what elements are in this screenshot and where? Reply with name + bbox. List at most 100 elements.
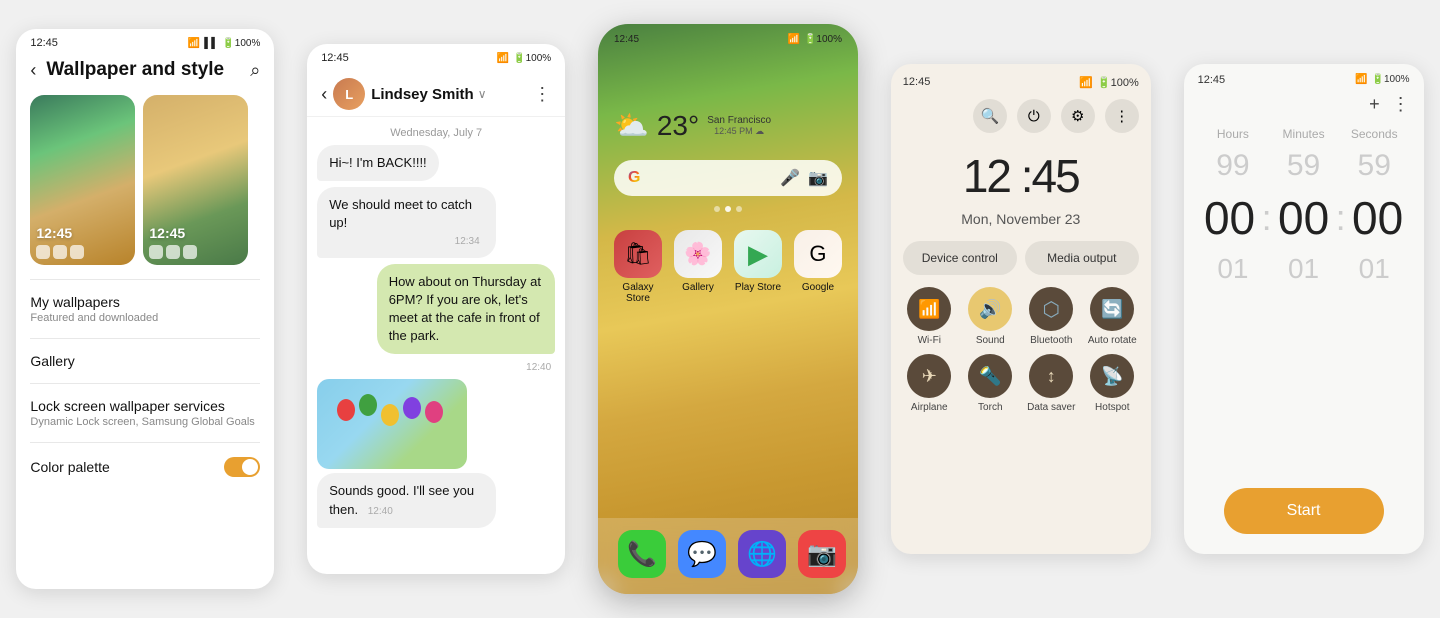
timer-sub-row: 01 01 01 [1184, 249, 1424, 289]
status-time-messages: 12:45 [321, 52, 349, 64]
browser-icon: 🌐 [738, 530, 786, 578]
datasaver-tile-icon: ↕ [1029, 354, 1073, 398]
wallpaper-menu: My wallpapers Featured and downloaded Ga… [16, 279, 274, 589]
qs-wifi-icon: 📶 [1079, 76, 1093, 89]
timer-sub-hours: 01 [1198, 253, 1269, 285]
wallpaper-preview-1[interactable]: 12:45 [30, 95, 135, 265]
bubble-received-2: We should meet to catch up! 12:34 [317, 187, 496, 257]
preview-time-2: 12:45 [149, 225, 242, 241]
my-wallpapers-sub: Featured and downloaded [30, 312, 260, 324]
messages-back-button[interactable]: ‹ [321, 84, 327, 105]
qs-search-button[interactable]: 🔍 [973, 99, 1007, 133]
timer-more-button[interactable]: ⋮ [1392, 94, 1410, 115]
mini-app-5 [166, 245, 180, 259]
battery-icon-msg: 🔋100% [513, 53, 551, 64]
messages-icon: 💬 [678, 530, 726, 578]
gallery-item[interactable]: Gallery [16, 339, 274, 383]
timer-main-seconds: 00 [1348, 191, 1408, 245]
qs-tile-torch[interactable]: 🔦 Torch [964, 354, 1017, 413]
qs-tile-autorotate[interactable]: 🔄 Auto rotate [1086, 287, 1139, 346]
back-button[interactable]: ‹ [30, 60, 36, 81]
wallpaper-previews: 12:45 12:45 [16, 91, 274, 279]
wifi-tile-icon: 📶 [907, 287, 951, 331]
dock-camera[interactable]: 📷 [798, 530, 846, 578]
qs-tile-hotspot[interactable]: 📡 Hotspot [1086, 354, 1139, 413]
my-wallpapers-title: My wallpapers [30, 294, 260, 310]
dock-browser[interactable]: 🌐 [738, 530, 786, 578]
timer-seconds-label: Seconds [1339, 127, 1410, 141]
dock-messages[interactable]: 💬 [678, 530, 726, 578]
panel-quick-settings: 12:45 📶 🔋100% 🔍 ⏻ ⚙ ⋮ 12 :45 Mon, Novemb… [891, 64, 1151, 554]
home-dock: 📞 💬 🌐 📷 [598, 518, 858, 594]
timer-add-button[interactable]: + [1369, 94, 1380, 115]
wallpaper-preview-2[interactable]: 12:45 [143, 95, 248, 265]
lock-screen-sub: Dynamic Lock screen, Samsung Global Goal… [30, 416, 260, 428]
qs-action-icons: 🔍 ⏻ ⚙ ⋮ [903, 99, 1139, 133]
timer-spacer [1184, 289, 1424, 472]
mini-app-6 [183, 245, 197, 259]
home-wifi-icon: 📶 [788, 34, 800, 45]
bubble-sent-1: How about on Thursday at 6PM? If you are… [377, 264, 556, 355]
sound-tile-icon: 🔊 [968, 287, 1012, 331]
app-gallery[interactable]: 🌸 Gallery [674, 230, 722, 304]
weather-temperature: 23° [657, 110, 699, 142]
home-status-bar: 12:45 📶 🔋100% [598, 24, 858, 49]
device-control-button[interactable]: Device control [903, 241, 1017, 275]
image-bubble-row: Sounds good. I'll see you then. 12:40 [317, 379, 555, 533]
messages-more-button[interactable]: ⋮ [533, 84, 551, 105]
google-icon: G [794, 230, 842, 278]
qs-power-button[interactable]: ⏻ [1017, 99, 1051, 133]
timer-status-bar: 12:45 📶 🔋100% [1184, 64, 1424, 90]
page-dots [598, 206, 858, 212]
google-logo: G [628, 169, 640, 187]
autorotate-tile-label: Auto rotate [1088, 335, 1137, 346]
qs-tile-airplane[interactable]: ✈ Airplane [903, 354, 956, 413]
qs-battery-icon: 🔋100% [1097, 76, 1139, 89]
page-title: Wallpaper and style [46, 59, 240, 81]
dock-phone[interactable]: 📞 [618, 530, 666, 578]
search-button[interactable]: ⌕ [250, 60, 260, 81]
qs-status-time: 12:45 [903, 76, 931, 89]
color-palette-title: Color palette [30, 459, 109, 475]
bubble-text-1: Hi~! I'm BACK!!!! [329, 155, 426, 170]
app-play-store[interactable]: ▶ Play Store [734, 230, 782, 304]
panel-timer: 12:45 📶 🔋100% + ⋮ Hours Minutes Seconds … [1184, 64, 1424, 554]
dot-3 [736, 206, 742, 212]
preview-time-1: 12:45 [36, 225, 129, 241]
datasaver-tile-label: Data saver [1027, 402, 1075, 413]
qs-more-button[interactable]: ⋮ [1105, 99, 1139, 133]
qs-tile-wifi[interactable]: 📶 Wi-Fi [903, 287, 956, 346]
app-google[interactable]: G Google [794, 230, 842, 304]
message-body: Hi~! I'm BACK!!!! We should meet to catc… [307, 145, 565, 574]
qs-settings-button[interactable]: ⚙ [1061, 99, 1095, 133]
weather-info: San Francisco 12:45 PM ☁ [707, 115, 771, 137]
qs-control-buttons: Device control Media output [903, 241, 1139, 275]
my-wallpapers-item[interactable]: My wallpapers Featured and downloaded [16, 280, 274, 338]
app-galaxy-store[interactable]: 🛍 Galaxy Store [614, 230, 662, 304]
color-palette-item[interactable]: Color palette [16, 443, 274, 491]
contact-name-row: Lindsey Smith ∨ [371, 86, 527, 103]
mini-app-2 [53, 245, 67, 259]
battery-icon: 🔋100% [222, 38, 260, 49]
lock-screen-item[interactable]: Lock screen wallpaper services Dynamic L… [16, 384, 274, 442]
bubble-received-1: Hi~! I'm BACK!!!! [317, 145, 438, 181]
home-search-bar[interactable]: G 🎤 📷 [614, 160, 842, 196]
timer-column-labels: Hours Minutes Seconds [1184, 123, 1424, 145]
timer-top-row: 99 59 59 [1184, 145, 1424, 187]
qs-tile-bluetooth[interactable]: ⬡ Bluetooth [1025, 287, 1078, 346]
signal-icon: ▌▌ [204, 38, 218, 49]
timer-start-button[interactable]: Start [1224, 488, 1384, 534]
qs-status-icons: 📶 🔋100% [1079, 76, 1139, 89]
contact-avatar: L [333, 78, 365, 110]
wifi-tile-label: Wi-Fi [918, 335, 941, 346]
color-palette-toggle[interactable] [224, 457, 260, 477]
bubble-received-3: Sounds good. I'll see you then. 12:40 [317, 473, 496, 527]
media-output-button[interactable]: Media output [1025, 241, 1139, 275]
messages-header: ‹ L Lindsey Smith ∨ ⋮ [307, 68, 565, 117]
status-time-wallpaper: 12:45 [30, 37, 58, 49]
timer-sep-2: : [1336, 197, 1346, 239]
torch-tile-label: Torch [978, 402, 1002, 413]
qs-tile-sound[interactable]: 🔊 Sound [964, 287, 1017, 346]
qs-tile-grid: 📶 Wi-Fi 🔊 Sound ⬡ Bluetooth 🔄 Auto rotat… [903, 287, 1139, 413]
qs-tile-datasaver[interactable]: ↕ Data saver [1025, 354, 1078, 413]
